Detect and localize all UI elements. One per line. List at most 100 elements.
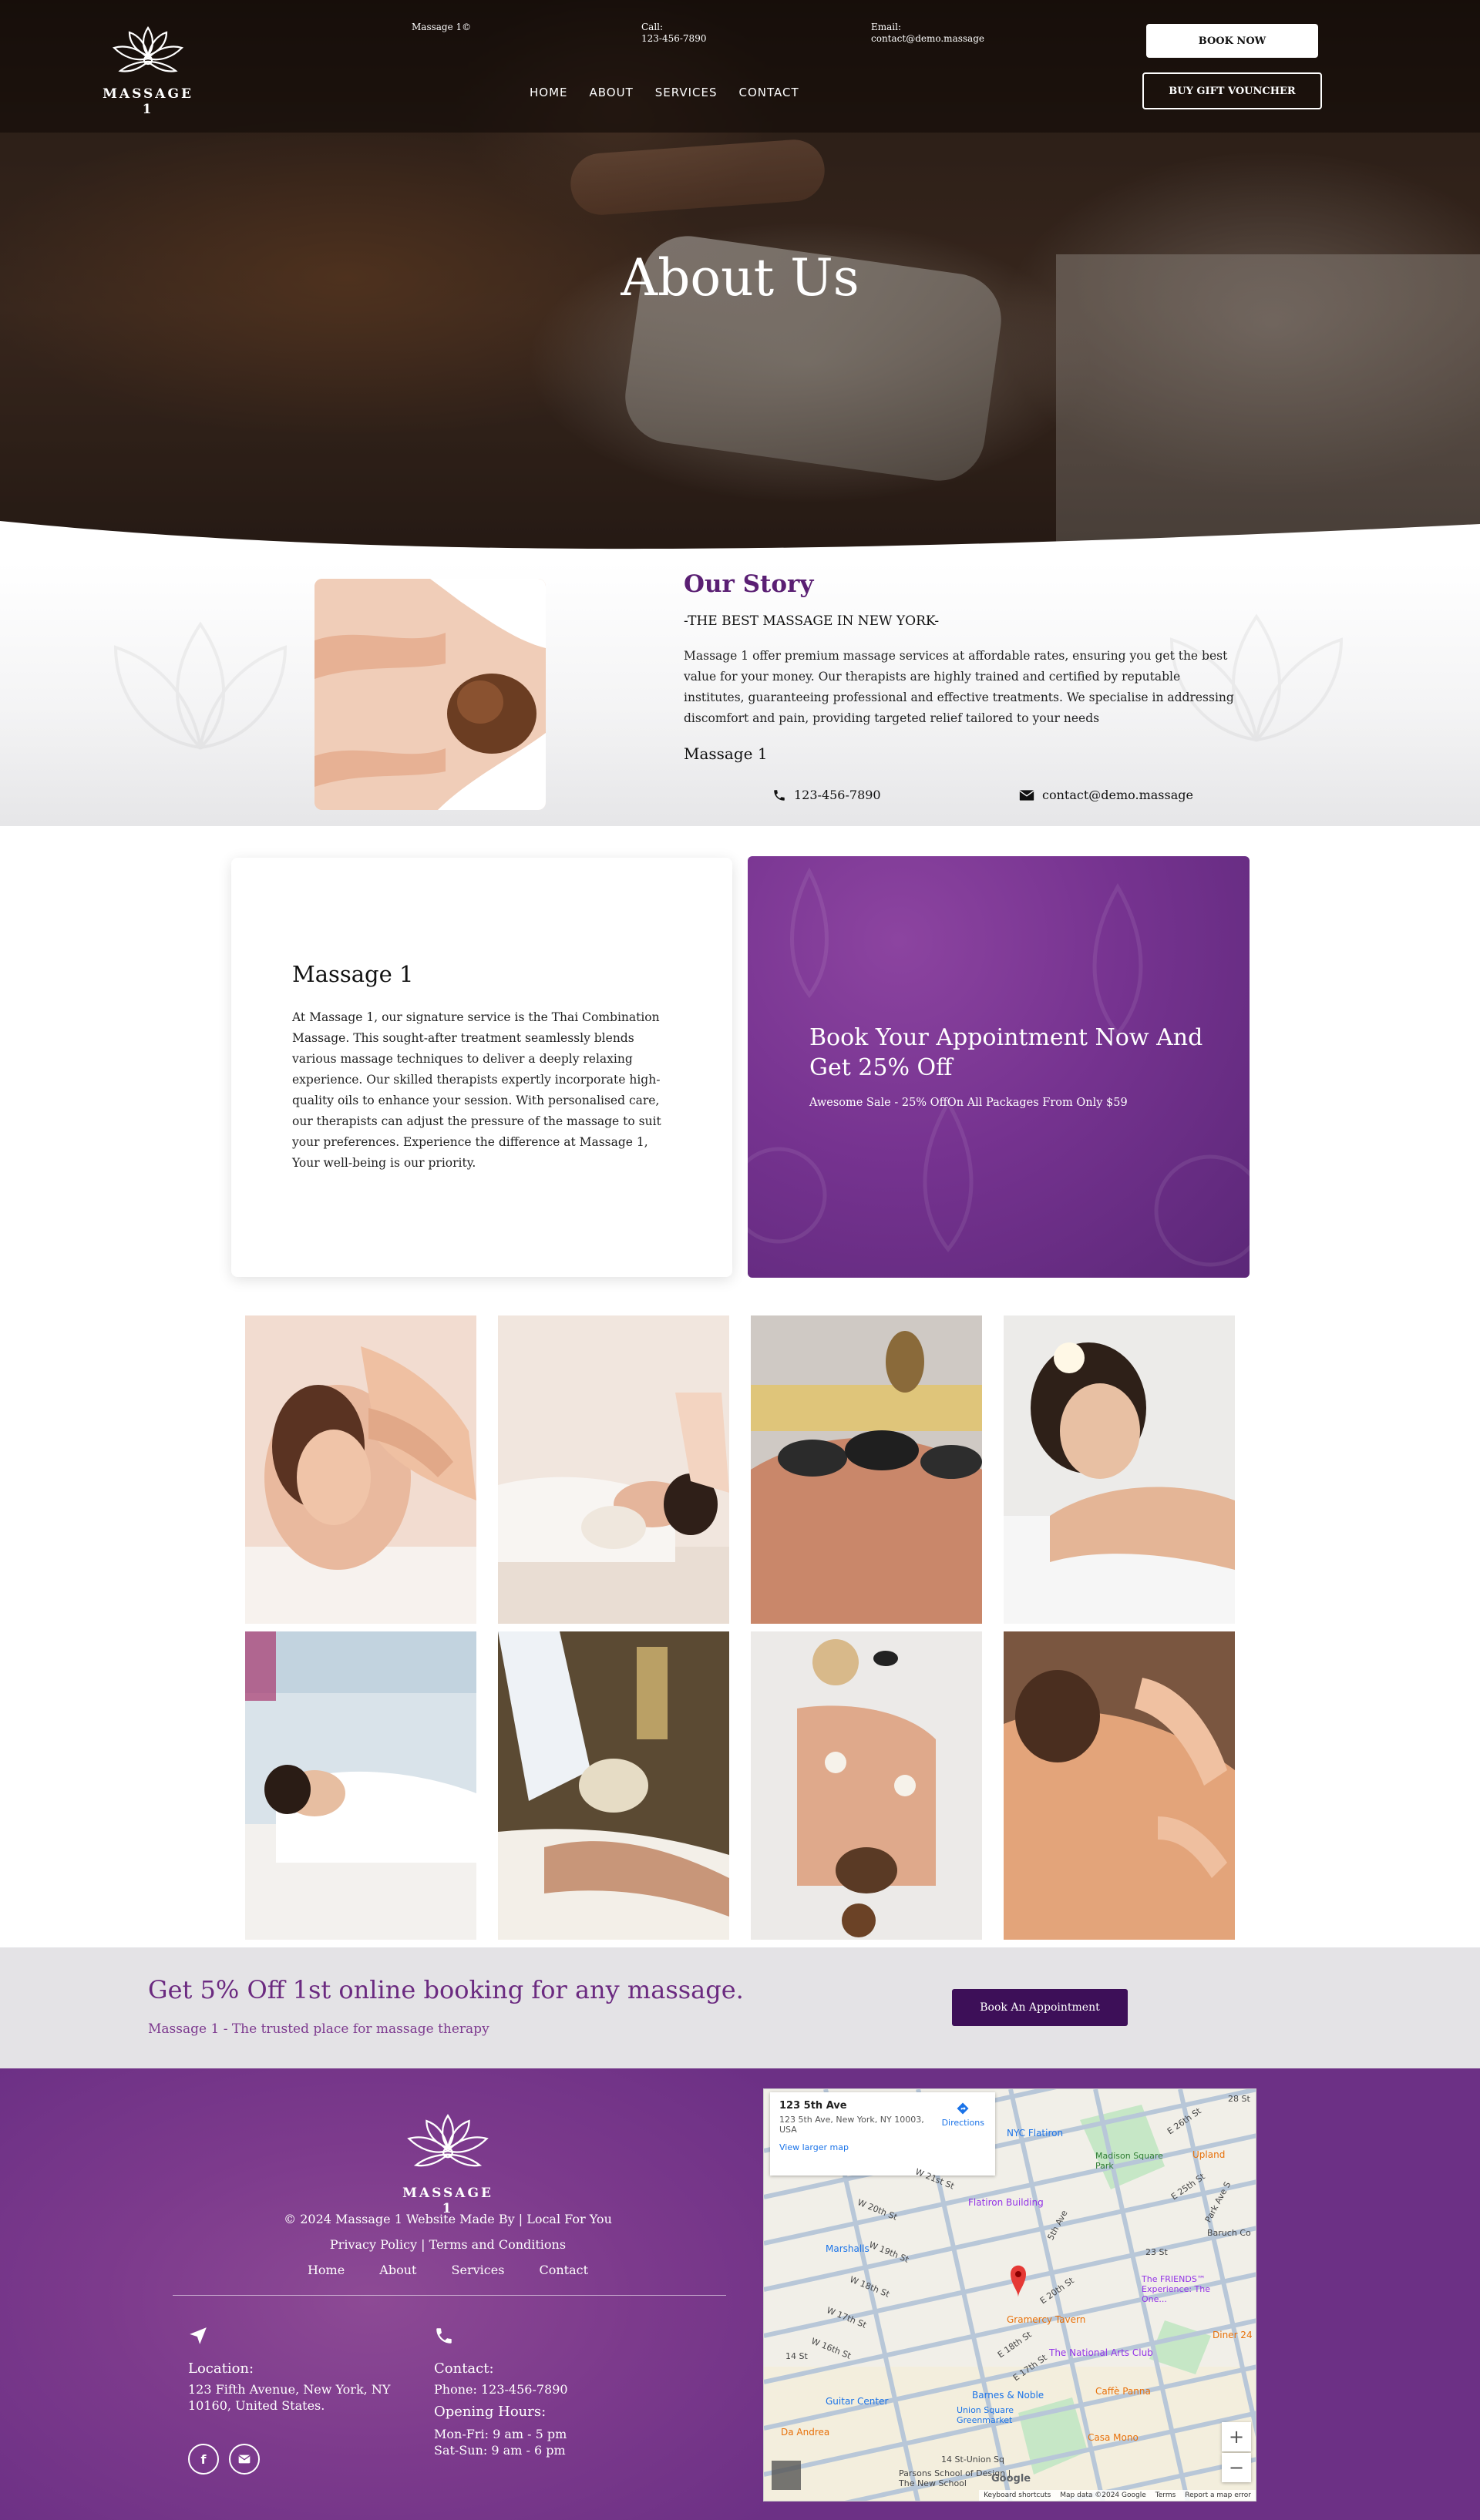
view-larger-map-link[interactable]: View larger map	[779, 2142, 986, 2152]
gallery-photo[interactable]	[245, 1631, 476, 1940]
main-nav: HOME ABOUT SERVICES CONTACT	[530, 86, 821, 99]
promo-band: Get 5% Off 1st online booking for any ma…	[0, 1947, 1480, 2068]
gift-voucher-button[interactable]: BUY GIFT VOUNCHER	[1142, 72, 1322, 109]
site-header	[0, 0, 1480, 133]
map-attribution: Keyboard shortcuts Map data ©2024 Google…	[979, 2490, 1256, 2501]
hours-weekend: Sat-Sun: 9 am - 6 pm	[434, 2443, 566, 2458]
service-card: Massage 1 At Massage 1, our signature se…	[231, 858, 732, 1277]
map-poi[interactable]: The National Arts Club	[1049, 2347, 1153, 2358]
map-poi[interactable]: Casa Mono	[1088, 2432, 1139, 2443]
hours-label: Opening Hours:	[434, 2404, 547, 2420]
footer-contact: Contact: Phone: 123-456-7890 Opening Hou…	[434, 2326, 634, 2458]
nav-home[interactable]: HOME	[530, 86, 568, 99]
footer-link-contact[interactable]: Contact	[540, 2263, 589, 2277]
phone-icon	[436, 2328, 452, 2344]
story-email[interactable]: contact@demo.massage	[1019, 788, 1193, 802]
hero-banner: MASSAGE 1 Massage 1© Call: 123-456-7890 …	[0, 0, 1480, 570]
map-poi[interactable]: NYC Flatiron	[1007, 2128, 1063, 2139]
map-poi[interactable]: Guitar Center	[826, 2396, 888, 2407]
map-label: 28 St	[1228, 2094, 1250, 2104]
header-call: Call: 123-456-7890	[641, 22, 706, 45]
map-poi[interactable]: Upland	[1192, 2149, 1225, 2160]
map-data-credit: Map data ©2024 Google	[1060, 2491, 1146, 2499]
map-label: 14 St	[785, 2351, 808, 2361]
call-value[interactable]: 123-456-7890	[641, 33, 706, 45]
location-value: 123 Fifth Avenue, New York, NY 10160, Un…	[188, 2382, 391, 2413]
offer-text: Awesome Sale - 25% OffOn All Packages Fr…	[809, 1097, 1128, 1109]
map-info-card: 123 5th Ave 123 5th Ave, New York, NY 10…	[770, 2092, 995, 2176]
gallery-photo[interactable]	[245, 1315, 476, 1624]
footer-link-services[interactable]: Services	[452, 2263, 505, 2277]
nav-services[interactable]: SERVICES	[655, 86, 718, 99]
hero-wave-divider	[0, 521, 1480, 570]
footer-logo[interactable]: MASSAGE 1	[402, 2108, 494, 2216]
map-poi[interactable]: Da Andrea	[781, 2427, 829, 2438]
story-subtitle: -THE BEST MASSAGE IN NEW YORK-	[684, 613, 940, 629]
footer-link-about[interactable]: About	[379, 2263, 416, 2277]
gallery-photo[interactable]	[751, 1631, 982, 1940]
story-photo	[314, 579, 546, 810]
offer-card: Book Your Appointment Now And Get 25% Of…	[748, 856, 1250, 1278]
story-phone[interactable]: 123-456-7890	[772, 788, 881, 802]
directions-icon	[957, 2102, 969, 2115]
phone-icon	[774, 789, 785, 801]
header-site-name: Massage 1©	[412, 22, 472, 32]
header-email: Email: contact@demo.massage	[871, 22, 984, 45]
map-poi[interactable]: Marshalls	[826, 2243, 870, 2254]
envelope-icon	[1019, 789, 1034, 801]
call-label: Call:	[641, 22, 664, 32]
gallery-photo[interactable]	[751, 1315, 982, 1624]
promo-subtitle: Massage 1 - The trusted place for massag…	[148, 2021, 489, 2037]
footer-divider	[173, 2295, 726, 2296]
map-label: 23 St	[1145, 2247, 1168, 2257]
book-now-button[interactable]: BOOK NOW	[1146, 24, 1318, 58]
photo-gallery	[245, 1315, 1236, 1940]
offer-title: Book Your Appointment Now And Get 25% Of…	[809, 1024, 1203, 1081]
copyright: © 2024 Massage 1 Website Made By | Local…	[284, 2212, 612, 2226]
decorative-flower	[113, 621, 288, 750]
gallery-photo[interactable]	[1004, 1315, 1235, 1624]
site-logo[interactable]: MASSAGE 1	[102, 22, 194, 117]
map-label: 14 St-Union Sq	[941, 2454, 1005, 2465]
page-title: About Us	[621, 248, 859, 307]
map-poi[interactable]: Flatiron Building	[968, 2197, 1044, 2208]
location-map[interactable]: 123 5th Ave 123 5th Ave, New York, NY 10…	[763, 2088, 1256, 2502]
directions-link[interactable]: Directions	[942, 2102, 984, 2128]
nav-contact[interactable]: CONTACT	[739, 86, 799, 99]
lotus-icon	[112, 26, 184, 72]
footer-nav: Home About Services Contact	[174, 2263, 722, 2277]
book-appointment-button[interactable]: Book An Appointment	[952, 1989, 1128, 2026]
map-poi[interactable]: Union Square Greenmarket	[957, 2405, 1034, 2425]
service-card-text: At Massage 1, our signature service is t…	[292, 1010, 661, 1170]
legal-links[interactable]: Privacy Policy | Terms and Conditions	[174, 2237, 722, 2252]
zoom-in-button[interactable]: +	[1222, 2422, 1251, 2451]
gallery-photo[interactable]	[1004, 1631, 1235, 1940]
email-icon[interactable]	[229, 2444, 260, 2475]
gallery-photo[interactable]	[498, 1315, 729, 1624]
service-card-title: Massage 1	[292, 961, 414, 987]
our-story-section: Our Story -THE BEST MASSAGE IN NEW YORK-…	[0, 563, 1480, 826]
email-value[interactable]: contact@demo.massage	[871, 33, 984, 45]
site-footer: MASSAGE 1 © 2024 Massage 1 Website Made …	[0, 2068, 1480, 2520]
gallery-photo[interactable]	[498, 1631, 729, 1940]
map-poi[interactable]: Madison Square Park	[1095, 2151, 1165, 2171]
map-poi[interactable]: Caffè Panna	[1095, 2386, 1151, 2397]
location-arrow-icon	[190, 2327, 207, 2344]
footer-link-home[interactable]: Home	[308, 2263, 345, 2277]
map-report-error-link[interactable]: Report a map error	[1185, 2491, 1251, 2499]
map-poi[interactable]: Diner 24	[1213, 2330, 1253, 2340]
map-place-address: 123 5th Ave, New York, NY 10003, USA	[779, 2115, 924, 2135]
map-keyboard-shortcuts[interactable]: Keyboard shortcuts	[984, 2491, 1051, 2499]
map-terms-link[interactable]: Terms	[1155, 2491, 1176, 2499]
map-poi[interactable]: Barnes & Noble	[972, 2390, 1044, 2401]
nav-about[interactable]: ABOUT	[590, 86, 634, 99]
story-text: Massage 1 offer premium massage services…	[684, 649, 1234, 725]
map-poi[interactable]: The FRIENDS™ Experience: The One...	[1142, 2274, 1226, 2304]
zoom-out-button[interactable]: −	[1222, 2453, 1251, 2482]
location-label: Location:	[188, 2360, 254, 2377]
story-title: Our Story	[684, 570, 814, 598]
map-poi[interactable]: Gramercy Tavern	[1007, 2314, 1085, 2325]
contact-phone[interactable]: Phone: 123-456-7890	[434, 2381, 634, 2397]
story-brand-name: Massage 1	[684, 744, 768, 763]
facebook-icon[interactable]: f	[188, 2444, 219, 2475]
